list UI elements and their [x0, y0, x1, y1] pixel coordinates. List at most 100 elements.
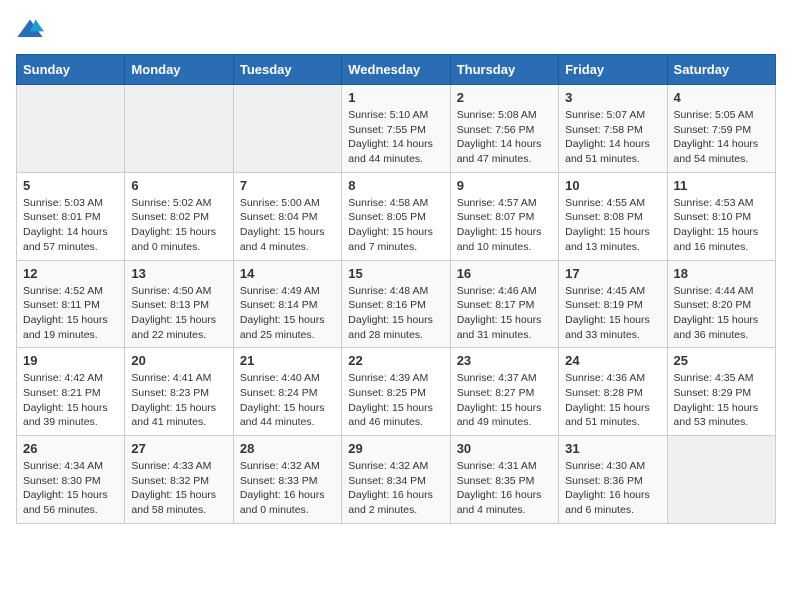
day-info-line: Sunset: 8:30 PM: [23, 474, 118, 489]
day-info-line: and 6 minutes.: [565, 503, 660, 518]
calendar-week-2: 5Sunrise: 5:03 AMSunset: 8:01 PMDaylight…: [17, 172, 776, 260]
day-info-line: Daylight: 15 hours: [23, 401, 118, 416]
day-info-line: Sunset: 7:56 PM: [457, 123, 552, 138]
day-info-line: Daylight: 15 hours: [131, 401, 226, 416]
day-number: 19: [23, 353, 118, 368]
calendar-cell: 1Sunrise: 5:10 AMSunset: 7:55 PMDaylight…: [342, 85, 450, 173]
day-info-line: Sunset: 8:02 PM: [131, 210, 226, 225]
day-number: 5: [23, 178, 118, 193]
calendar-cell: 29Sunrise: 4:32 AMSunset: 8:34 PMDayligh…: [342, 436, 450, 524]
calendar-cell: 23Sunrise: 4:37 AMSunset: 8:27 PMDayligh…: [450, 348, 558, 436]
day-info-line: Sunset: 8:13 PM: [131, 298, 226, 313]
day-info-line: and 57 minutes.: [23, 240, 118, 255]
calendar-header-row: SundayMondayTuesdayWednesdayThursdayFrid…: [17, 55, 776, 85]
day-info-line: Sunrise: 4:50 AM: [131, 284, 226, 299]
day-info-line: Sunrise: 5:07 AM: [565, 108, 660, 123]
day-info-line: Sunset: 8:14 PM: [240, 298, 335, 313]
calendar-cell: [667, 436, 775, 524]
day-info-line: Sunrise: 4:53 AM: [674, 196, 769, 211]
day-info-line: and 46 minutes.: [348, 415, 443, 430]
calendar-cell: 19 Sunrise: 4:42 AMSunset: 8:21 PMDayligh…: [17, 348, 125, 436]
day-info-line: Sunset: 8:36 PM: [565, 474, 660, 489]
day-number: 27: [131, 441, 226, 456]
day-info-line: Daylight: 15 hours: [674, 225, 769, 240]
day-info-line: and 22 minutes.: [131, 328, 226, 343]
day-info-line: Sunset: 8:01 PM: [23, 210, 118, 225]
day-number: 29: [348, 441, 443, 456]
day-info-line: Daylight: 15 hours: [348, 313, 443, 328]
day-info-line: Sunset: 8:04 PM: [240, 210, 335, 225]
day-number: 26: [23, 441, 118, 456]
day-info-line: Daylight: 15 hours: [565, 401, 660, 416]
day-number: 4: [674, 90, 769, 105]
day-number: 15: [348, 266, 443, 281]
day-info-line: Sunset: 8:28 PM: [565, 386, 660, 401]
calendar-cell: 13Sunrise: 4:50 AMSunset: 8:13 PMDayligh…: [125, 260, 233, 348]
day-number: 6: [131, 178, 226, 193]
calendar-cell: 14Sunrise: 4:49 AMSunset: 8:14 PMDayligh…: [233, 260, 341, 348]
day-info-line: and 47 minutes.: [457, 152, 552, 167]
calendar-cell: 16Sunrise: 4:46 AMSunset: 8:17 PMDayligh…: [450, 260, 558, 348]
day-info-line: Sunset: 8:21 PM: [23, 386, 118, 401]
calendar-cell: 27Sunrise: 4:33 AMSunset: 8:32 PMDayligh…: [125, 436, 233, 524]
day-info-line: and 0 minutes.: [240, 503, 335, 518]
day-info-line: and 25 minutes.: [240, 328, 335, 343]
day-info-line: Sunset: 7:59 PM: [674, 123, 769, 138]
calendar-body: 1Sunrise: 5:10 AMSunset: 7:55 PMDaylight…: [17, 85, 776, 524]
day-info-line: and 31 minutes.: [457, 328, 552, 343]
day-info-line: Sunrise: 4:45 AM: [565, 284, 660, 299]
day-info-line: Sunrise: 4:44 AM: [674, 284, 769, 299]
day-info-line: Sunset: 8:10 PM: [674, 210, 769, 225]
day-info-line: Sunrise: 4:32 AM: [348, 459, 443, 474]
day-info-line: Sunset: 8:19 PM: [565, 298, 660, 313]
day-number: 25: [674, 353, 769, 368]
day-info-line: Sunset: 8:17 PM: [457, 298, 552, 313]
day-info-line: Sunset: 7:55 PM: [348, 123, 443, 138]
day-info-line: Sunrise: 4:57 AM: [457, 196, 552, 211]
calendar-week-4: 19Sunrise: 4:42 AMSunset: 8:21 PMDayligh…: [17, 348, 776, 436]
calendar-cell: [17, 85, 125, 173]
day-info-line: Sunrise: 4:35 AM: [674, 371, 769, 386]
day-number: 14: [240, 266, 335, 281]
day-number: 7: [240, 178, 335, 193]
day-info-line: Sunset: 8:29 PM: [674, 386, 769, 401]
day-info-line: Daylight: 15 hours: [131, 313, 226, 328]
calendar-cell: 26Sunrise: 4:34 AMSunset: 8:30 PMDayligh…: [17, 436, 125, 524]
calendar-cell: 7Sunrise: 5:00 AMSunset: 8:04 PMDaylight…: [233, 172, 341, 260]
day-info-line: Daylight: 16 hours: [565, 488, 660, 503]
day-info-line: and 0 minutes.: [131, 240, 226, 255]
day-info-line: Daylight: 15 hours: [565, 225, 660, 240]
day-info-line: Sunrise: 5:00 AM: [240, 196, 335, 211]
day-info-line: Sunrise: 5:10 AM: [348, 108, 443, 123]
day-info-line: and 4 minutes.: [240, 240, 335, 255]
calendar-cell: 31Sunrise: 4:30 AMSunset: 8:36 PMDayligh…: [559, 436, 667, 524]
day-info-line: Daylight: 15 hours: [23, 488, 118, 503]
day-info-line: and 36 minutes.: [674, 328, 769, 343]
day-number: 24: [565, 353, 660, 368]
day-info-line: and 51 minutes.: [565, 415, 660, 430]
calendar-cell: 24Sunrise: 4:36 AMSunset: 8:28 PMDayligh…: [559, 348, 667, 436]
calendar-cell: 8Sunrise: 4:58 AMSunset: 8:05 PMDaylight…: [342, 172, 450, 260]
calendar-cell: [125, 85, 233, 173]
day-info-line: and 44 minutes.: [240, 415, 335, 430]
day-info-line: Daylight: 14 hours: [348, 137, 443, 152]
calendar-cell: 12Sunrise: 4:52 AMSunset: 8:11 PMDayligh…: [17, 260, 125, 348]
calendar-cell: 22Sunrise: 4:39 AMSunset: 8:25 PMDayligh…: [342, 348, 450, 436]
day-number: 17: [565, 266, 660, 281]
day-info-line: Sunrise: 4:37 AM: [457, 371, 552, 386]
day-info-line: Sunrise: 4:58 AM: [348, 196, 443, 211]
day-info-line: and 7 minutes.: [348, 240, 443, 255]
calendar-cell: 3Sunrise: 5:07 AMSunset: 7:58 PMDaylight…: [559, 85, 667, 173]
day-info-line: Sunrise: 4:42 AM: [23, 371, 118, 386]
day-info-line: and 54 minutes.: [674, 152, 769, 167]
calendar-cell: 20Sunrise: 4:41 AMSunset: 8:23 PMDayligh…: [125, 348, 233, 436]
day-info-line: Sunrise: 5:08 AM: [457, 108, 552, 123]
day-info-line: and 49 minutes.: [457, 415, 552, 430]
day-info-line: and 28 minutes.: [348, 328, 443, 343]
day-info-line: Sunrise: 4:31 AM: [457, 459, 552, 474]
day-info-line: and 33 minutes.: [565, 328, 660, 343]
calendar-header-saturday: Saturday: [667, 55, 775, 85]
calendar-cell: 25Sunrise: 4:35 AMSunset: 8:29 PMDayligh…: [667, 348, 775, 436]
day-info-line: Daylight: 15 hours: [348, 401, 443, 416]
day-info-line: Sunset: 8:05 PM: [348, 210, 443, 225]
